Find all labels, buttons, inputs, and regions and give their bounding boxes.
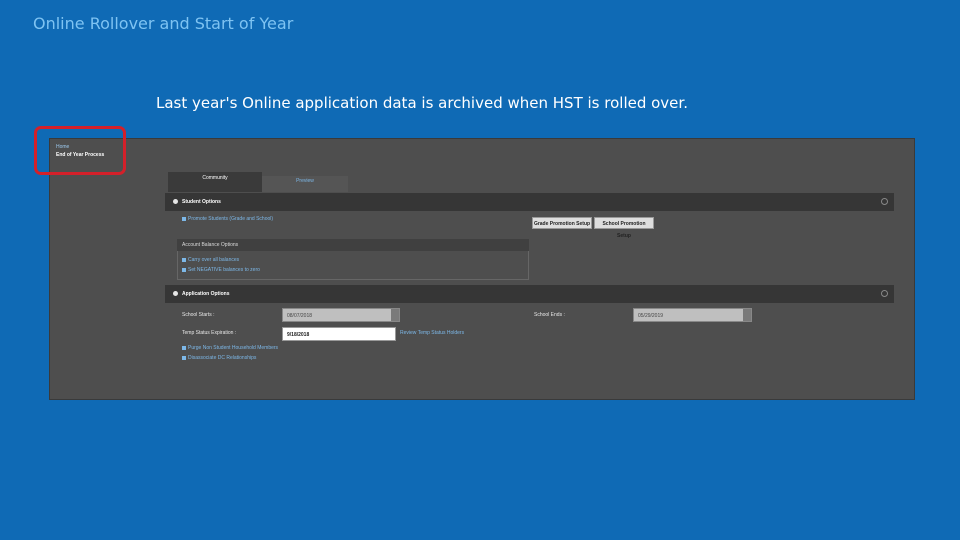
square-bullet-icon — [182, 267, 186, 272]
school-starts-label: School Starts : — [182, 312, 215, 318]
temp-status-field[interactable]: 9/18/2018 — [282, 327, 396, 341]
grade-promotion-setup-button[interactable]: Grade Promotion Setup — [532, 217, 592, 229]
square-bullet-icon — [182, 216, 186, 221]
slide-caption: Last year's Online application data is a… — [156, 94, 688, 112]
school-ends-label: School Ends : — [534, 312, 565, 318]
expand-icon — [173, 291, 178, 297]
carry-balances-label: Carry over all balances — [188, 257, 240, 263]
school-starts-value: 08/07/2018 — [287, 313, 313, 319]
carry-balances-link[interactable]: Carry over all balances — [182, 257, 239, 264]
slide-title: Online Rollover and Start of Year — [33, 14, 294, 33]
collapse-icon[interactable] — [881, 290, 888, 297]
expand-icon — [173, 199, 178, 205]
student-options-header[interactable]: Student Options — [165, 193, 894, 211]
student-options-title: Student Options — [182, 199, 221, 205]
review-temp-status-link[interactable]: Review Temp Status Holders — [400, 330, 464, 337]
school-ends-field[interactable]: 05/29/2019 — [633, 308, 752, 322]
disassociate-dc-link[interactable]: Disassociate DC Relationships — [182, 355, 256, 362]
promote-students-label: Promote Students (Grade and School) — [188, 216, 274, 222]
calendar-icon[interactable] — [743, 309, 751, 321]
disassociate-dc-label: Disassociate DC Relationships — [188, 355, 257, 361]
square-bullet-icon — [182, 345, 186, 350]
tab-community[interactable]: Community — [168, 172, 262, 192]
calendar-icon[interactable] — [391, 309, 399, 321]
temp-status-label: Temp Status Expiration : — [182, 330, 237, 336]
square-bullet-icon — [182, 355, 186, 360]
purge-household-members-link[interactable]: Purge Non Student Household Members — [182, 345, 278, 352]
square-bullet-icon — [182, 257, 186, 262]
collapse-icon[interactable] — [881, 198, 888, 205]
promote-students-link[interactable]: Promote Students (Grade and School) — [182, 216, 273, 223]
school-ends-value: 05/29/2019 — [638, 313, 664, 319]
application-options-title: Application Options — [182, 291, 230, 297]
set-negative-balances-link[interactable]: Set NEGATIVE balances to zero — [182, 267, 260, 274]
school-promotion-setup-button[interactable]: School Promotion Setup — [594, 217, 654, 239]
application-options-header[interactable]: Application Options — [165, 285, 894, 303]
highlight-annotation — [34, 126, 126, 175]
tab-preview[interactable]: Preview — [262, 176, 348, 192]
school-starts-field[interactable]: 08/07/2018 — [282, 308, 400, 322]
account-balance-header: Account Balance Options — [177, 239, 529, 251]
purge-household-members-label: Purge Non Student Household Members — [188, 345, 279, 351]
set-negative-balances-label: Set NEGATIVE balances to zero — [188, 267, 260, 273]
